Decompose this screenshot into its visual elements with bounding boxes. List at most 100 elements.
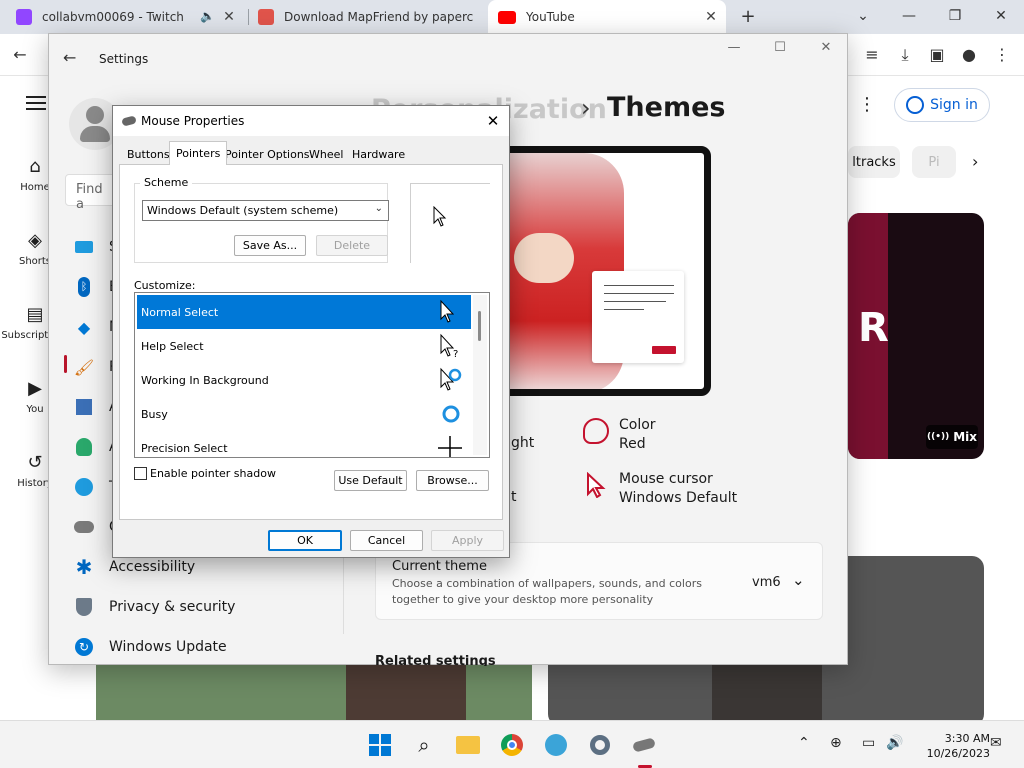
mouse-properties-taskbar-icon[interactable]	[630, 731, 658, 759]
wallpaper-image	[514, 233, 574, 283]
clock-date: 10/26/2023	[926, 747, 990, 760]
scheme-value: Windows Default (system scheme)	[147, 204, 339, 217]
playlist-icon[interactable]: ≡	[860, 43, 884, 67]
close-tab-icon[interactable]: ✕	[702, 8, 720, 26]
mouse-cursor-attribute[interactable]: Mouse cursor Windows Default	[619, 470, 737, 508]
chip-partial[interactable]: Pi	[912, 146, 956, 178]
clock[interactable]: 3:30 AM 10/26/2023	[920, 731, 990, 761]
new-tab-plus-icon[interactable]: +	[738, 7, 758, 27]
network-globe-icon[interactable]: ⊕	[830, 735, 842, 751]
more-menu-icon[interactable]: ⋮	[990, 43, 1014, 67]
maximize-icon[interactable]: ☐	[765, 40, 795, 60]
delete-button[interactable]: Delete	[316, 235, 388, 256]
back-arrow-icon[interactable]: ←	[8, 43, 32, 67]
nav-time-language[interactable]: T	[73, 470, 118, 504]
background-attribute-tail: ght	[511, 435, 535, 451]
list-scrollbar[interactable]	[473, 295, 487, 455]
chip-tracks[interactable]: ltracks	[848, 146, 900, 178]
nav-privacy-security[interactable]: Privacy & security	[73, 590, 235, 624]
list-item-working-background[interactable]: Working In Background	[137, 363, 471, 397]
profile-icon[interactable]: ●	[957, 43, 981, 67]
library-icon: ▶	[28, 378, 42, 399]
help-cursor-icon: ?	[440, 333, 458, 359]
browser-tab-mapfriend[interactable]: Download MapFriend by paperc	[258, 0, 484, 34]
accessibility-icon: ✱	[75, 555, 93, 579]
current-theme-value: vm6	[752, 575, 781, 590]
download-icon[interactable]: ⤓	[893, 43, 917, 67]
close-tab-icon[interactable]: ✕	[220, 8, 238, 26]
video-thumbnail-mix[interactable]: R ((•)) Mix	[848, 213, 984, 459]
tab-hardware[interactable]: Hardware	[346, 144, 411, 164]
pointer-name: Help Select	[141, 340, 204, 353]
tab-pointers[interactable]: Pointers	[169, 141, 228, 165]
page-title: Themes	[607, 92, 726, 123]
tab-pointer-options[interactable]: Pointer Options	[219, 144, 316, 164]
minimize-icon[interactable]: —	[894, 4, 924, 28]
dialog-titlebar: Mouse Properties ✕	[113, 106, 509, 136]
list-item-help-select[interactable]: Help Select ?	[137, 329, 471, 363]
apply-button[interactable]: Apply	[431, 530, 504, 551]
pointer-name: Precision Select	[141, 442, 228, 455]
close-icon[interactable]: ✕	[483, 111, 503, 131]
start-windows-icon[interactable]	[366, 731, 394, 759]
preview-line	[604, 309, 644, 310]
close-icon[interactable]: ✕	[811, 40, 841, 60]
settings-gear-icon[interactable]	[586, 731, 614, 759]
thumbnail-art: R	[858, 305, 889, 351]
cancel-button[interactable]: Cancel	[350, 530, 423, 551]
more-options-icon[interactable]: ⋮	[858, 94, 876, 115]
minimize-icon[interactable]: —	[719, 40, 749, 60]
browse-button[interactable]: Browse...	[416, 470, 489, 491]
list-item-busy[interactable]: Busy	[137, 397, 471, 431]
taskbar: ⌕ ⌃ ⊕ ▭ 🔊 3:30 AM 10/26/2023 ✉	[0, 720, 1024, 768]
ok-button[interactable]: OK	[268, 530, 342, 551]
scheme-dropdown[interactable]: Windows Default (system scheme) ⌄	[142, 200, 389, 221]
breadcrumb-chevron-icon: ›	[581, 94, 591, 122]
video-thumbnail[interactable]	[96, 656, 532, 726]
nav-windows-update[interactable]: ↻ Windows Update	[73, 630, 227, 664]
speaker-icon[interactable]: 🔈	[200, 9, 215, 23]
chrome-icon[interactable]	[498, 731, 526, 759]
notifications-icon[interactable]: ✉	[990, 735, 1002, 751]
browser-tab-twitch[interactable]: collabvm00069 - Twitch 🔈 ✕	[16, 0, 244, 34]
customize-label: Customize:	[134, 279, 196, 292]
scrollbar-thumb[interactable]	[478, 311, 481, 341]
pointer-preview	[410, 183, 490, 263]
privacy-shield-icon	[73, 596, 95, 618]
mapfriend-icon	[258, 9, 274, 25]
sign-in-button[interactable]: Sign in	[894, 88, 990, 122]
tab-wheel[interactable]: Wheel	[303, 144, 349, 164]
list-item-precision-select[interactable]: Precision Select	[137, 431, 471, 457]
enable-shadow-checkbox[interactable]: Enable pointer shadow	[134, 467, 276, 480]
use-default-button[interactable]: Use Default	[334, 470, 407, 491]
sidepanel-icon[interactable]: ▣	[925, 43, 949, 67]
chevron-down-icon[interactable]: ⌄	[792, 571, 805, 589]
list-item-normal-select[interactable]: Normal Select	[137, 295, 471, 329]
pointer-list[interactable]: Normal Select Help Select ? Working In B…	[134, 292, 490, 458]
file-explorer-icon[interactable]	[454, 731, 482, 759]
search-icon[interactable]: ⌕	[410, 731, 438, 759]
checkbox-box[interactable]	[134, 467, 147, 480]
restore-icon[interactable]: ❐	[940, 4, 970, 28]
tray-chevron-up-icon[interactable]: ⌃	[798, 735, 810, 751]
browser-tab-youtube[interactable]: YouTube ✕	[488, 0, 726, 34]
save-as-button[interactable]: Save As...	[234, 235, 306, 256]
tab-buttons[interactable]: Buttons	[121, 144, 176, 164]
volume-icon[interactable]: 🔊	[886, 735, 903, 751]
shorts-icon: ◈	[28, 230, 42, 251]
paintbrush-icon: 🖌	[73, 357, 95, 377]
youtube-icon	[498, 10, 516, 24]
gamepad-icon	[73, 516, 95, 538]
close-window-icon[interactable]: ✕	[986, 4, 1016, 28]
back-arrow-icon[interactable]: ←	[63, 48, 76, 67]
color-attribute[interactable]: Color Red	[619, 416, 656, 454]
network-icon[interactable]: ▭	[862, 735, 875, 751]
crosshair-cursor-icon	[438, 436, 462, 457]
chevron-right-icon[interactable]: ›	[972, 152, 978, 171]
paint-app-icon[interactable]	[542, 731, 570, 759]
current-theme-title: Current theme	[392, 559, 487, 574]
tab-search-chevron-icon[interactable]: ⌄	[848, 4, 878, 28]
hamburger-menu-icon[interactable]	[26, 96, 46, 110]
nav-selection-indicator	[64, 355, 67, 373]
nav-personalization[interactable]: 🖌 P	[73, 350, 118, 384]
